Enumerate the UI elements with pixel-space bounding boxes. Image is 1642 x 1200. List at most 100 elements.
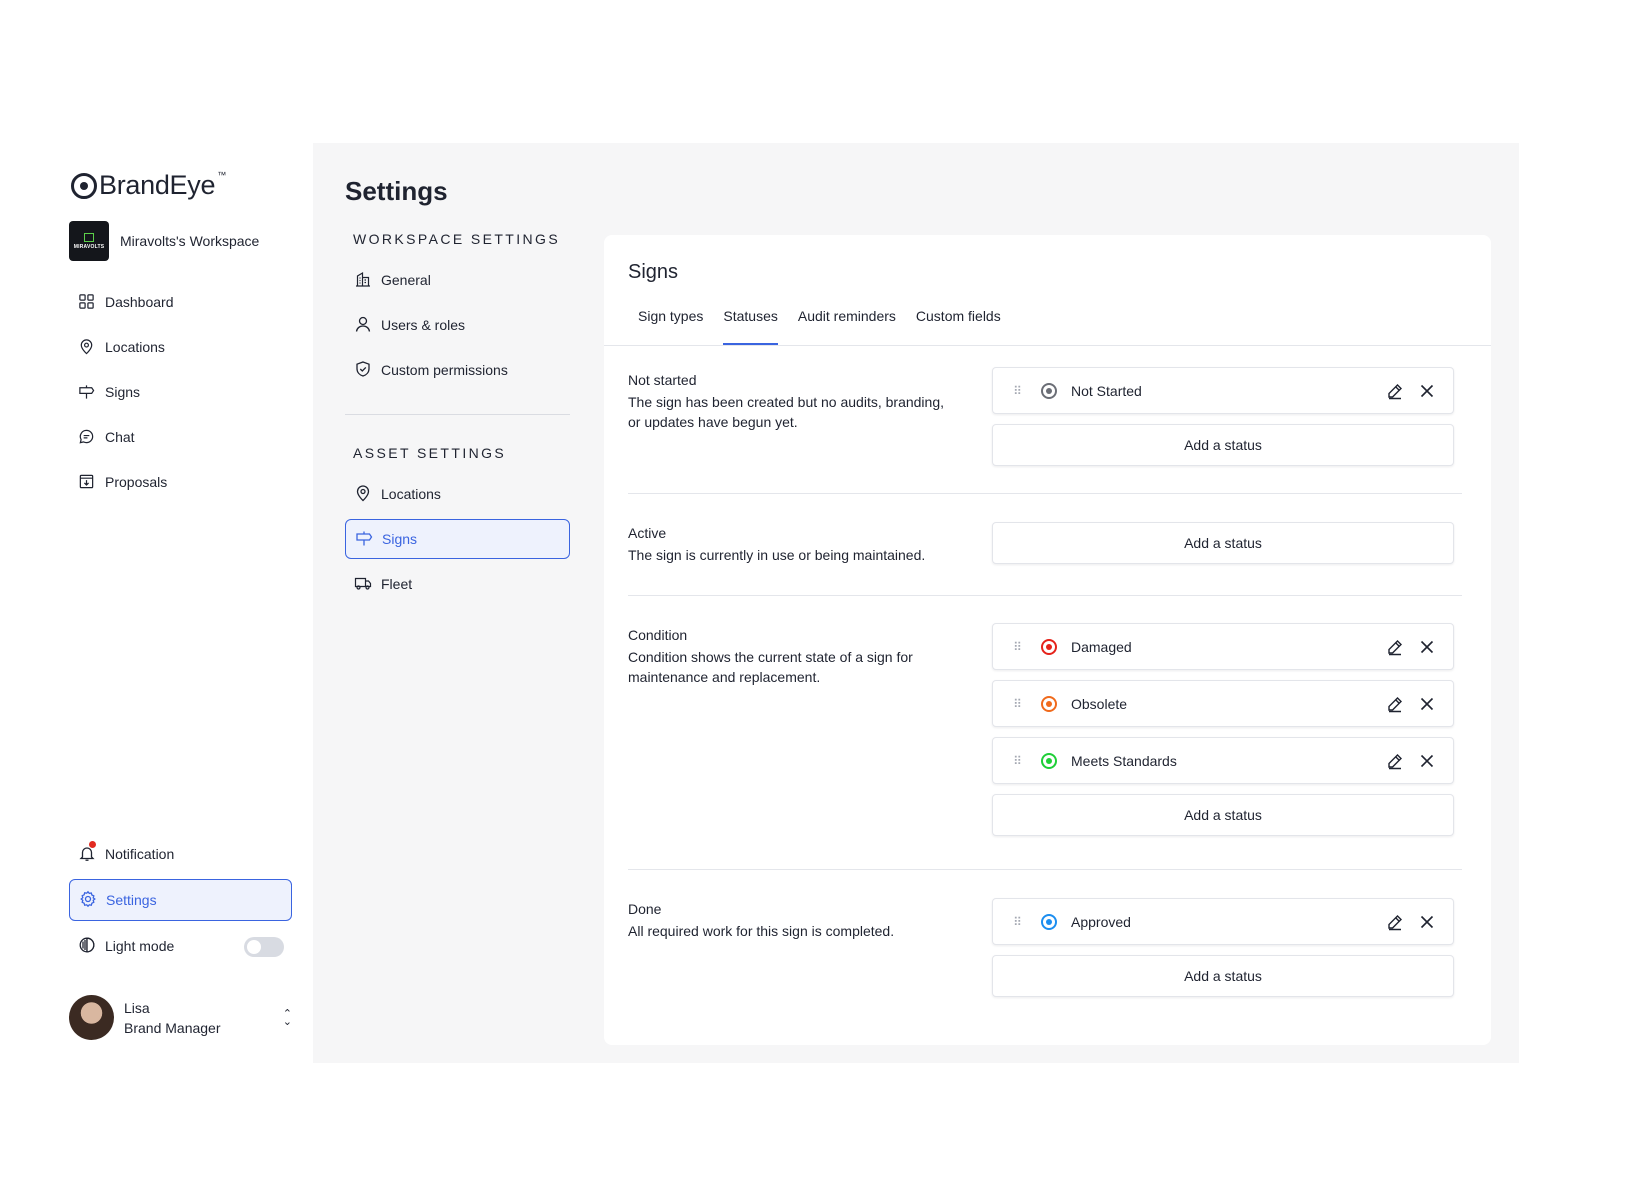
- status-color-dot: [1041, 913, 1057, 930]
- add-status-button[interactable]: Add a status: [992, 522, 1454, 564]
- signpost-icon: [355, 529, 373, 550]
- user-icon: [354, 315, 372, 336]
- status-label: Damaged: [1071, 638, 1132, 655]
- settings-item-general[interactable]: General: [345, 260, 570, 300]
- download-box-icon: [77, 473, 95, 491]
- main-nav: Dashboard Locations Signs Chat Proposals: [77, 279, 297, 504]
- status-item: ⠿ Approved: [992, 898, 1454, 945]
- drag-handle-icon[interactable]: ⠿: [993, 697, 1041, 711]
- shield-check-icon: [354, 360, 372, 381]
- status-list: ⠿ Damaged ⠿ Obsolete ⠿ Meets Standards A…: [992, 623, 1454, 836]
- nav-item-locations[interactable]: Locations: [77, 324, 297, 369]
- light-mode-label: Light mode: [105, 938, 175, 954]
- nav-item-dashboard[interactable]: Dashboard: [77, 279, 297, 324]
- settings-item-label: Fleet: [381, 576, 413, 592]
- user-role: Brand Manager: [124, 1019, 221, 1036]
- edit-icon[interactable]: [1379, 631, 1411, 663]
- user-name: Lisa: [124, 999, 150, 1016]
- status-label: Obsolete: [1071, 695, 1128, 712]
- group-description: The sign has been created but no audits,…: [628, 394, 944, 430]
- drag-handle-icon[interactable]: ⠿: [993, 384, 1041, 398]
- building-icon: [354, 270, 372, 291]
- close-icon[interactable]: [1411, 631, 1443, 663]
- status-item: ⠿ Meets Standards: [992, 737, 1454, 784]
- group-title: Condition: [628, 627, 688, 643]
- group-divider: [628, 869, 1462, 870]
- notification-badge: [88, 840, 97, 849]
- settings-item-custom-permissions[interactable]: Custom permissions: [345, 350, 570, 390]
- truck-icon: [354, 574, 372, 595]
- settings-item-fleet[interactable]: Fleet: [345, 564, 570, 604]
- settings-item-label: Locations: [381, 486, 441, 502]
- status-label: Not Started: [1071, 382, 1142, 399]
- app-window: BrandEye ™ MIRAVOLTS Miravolts's Workspa…: [53, 143, 1519, 1063]
- drag-handle-icon[interactable]: ⠿: [993, 915, 1041, 929]
- light-mode-toggle[interactable]: [244, 937, 284, 957]
- close-icon[interactable]: [1411, 375, 1443, 407]
- workspace-switcher[interactable]: MIRAVOLTS Miravolts's Workspace: [69, 221, 259, 261]
- brand-logo[interactable]: BrandEye ™: [71, 170, 226, 201]
- tab-custom-fields[interactable]: Custom fields: [916, 303, 1001, 345]
- settings-nav: WORKSPACE SETTINGS General Users & roles…: [345, 231, 570, 609]
- group-divider: [628, 493, 1462, 494]
- group-title: Done: [628, 901, 662, 917]
- brand-trademark: ™: [217, 169, 227, 180]
- group-divider: [628, 595, 1462, 596]
- workspace-logo-icon: [84, 232, 94, 242]
- close-icon[interactable]: [1411, 688, 1443, 720]
- nav-item-chat[interactable]: Chat: [77, 414, 297, 459]
- add-status-button[interactable]: Add a status: [992, 424, 1454, 466]
- edit-icon[interactable]: [1379, 745, 1411, 777]
- drag-handle-icon[interactable]: ⠿: [993, 640, 1041, 654]
- settings-item-signs[interactable]: Signs: [345, 519, 570, 559]
- nav-item-proposals[interactable]: Proposals: [77, 459, 297, 504]
- pin-icon: [77, 338, 95, 356]
- edit-icon[interactable]: [1379, 906, 1411, 938]
- settings-item-label: Users & roles: [381, 317, 466, 333]
- settings-nav-button[interactable]: Settings: [69, 879, 292, 921]
- tab-statuses[interactable]: Statuses: [723, 303, 779, 345]
- user-info: Lisa Brand Manager: [124, 998, 221, 1038]
- edit-icon[interactable]: [1379, 688, 1411, 720]
- light-mode-row: Light mode: [69, 925, 292, 967]
- contrast-icon: [78, 936, 96, 957]
- close-icon[interactable]: [1411, 745, 1443, 777]
- settings-item-locations[interactable]: Locations: [345, 474, 570, 514]
- nav-label: Signs: [105, 383, 141, 400]
- avatar: [69, 995, 114, 1040]
- settings-item-label: General: [381, 272, 431, 288]
- drag-handle-icon[interactable]: ⠿: [993, 754, 1041, 768]
- status-item: ⠿ Not Started: [992, 367, 1454, 414]
- add-status-button[interactable]: Add a status: [992, 955, 1454, 997]
- nav-label: Locations: [105, 338, 165, 355]
- chat-icon: [77, 428, 95, 446]
- card-title: Signs: [628, 261, 679, 283]
- edit-icon[interactable]: [1379, 375, 1411, 407]
- group-description: All required work for this sign is compl…: [628, 923, 895, 939]
- tab-sign-types[interactable]: Sign types: [638, 303, 703, 345]
- tab-audit-reminders[interactable]: Audit reminders: [798, 303, 896, 345]
- settings-item-users-roles[interactable]: Users & roles: [345, 305, 570, 345]
- grid-icon: [77, 293, 95, 311]
- add-status-button[interactable]: Add a status: [992, 794, 1454, 836]
- nav-label: Proposals: [105, 473, 168, 490]
- status-label: Approved: [1071, 913, 1131, 930]
- status-color-dot: [1041, 695, 1057, 712]
- status-item: ⠿ Damaged: [992, 623, 1454, 670]
- notification-button[interactable]: Notification: [69, 833, 292, 875]
- user-menu[interactable]: Lisa Brand Manager ⌃ ⌄: [69, 995, 292, 1040]
- brandeye-logo-icon: [71, 172, 97, 199]
- chevron-up-down-icon[interactable]: ⌃ ⌄: [283, 1008, 292, 1027]
- settings-area: Settings WORKSPACE SETTINGS General User…: [313, 143, 1519, 1063]
- tabs-divider: [604, 345, 1491, 346]
- status-list: Add a status: [992, 522, 1454, 564]
- settings-item-label: Signs: [382, 531, 418, 547]
- nav-item-signs[interactable]: Signs: [77, 369, 297, 414]
- status-list: ⠿ Not Started Add a status: [992, 367, 1454, 466]
- close-icon[interactable]: [1411, 906, 1443, 938]
- page-title: Settings: [345, 176, 448, 206]
- status-label: Meets Standards: [1071, 752, 1177, 769]
- workspace-logo: MIRAVOLTS: [69, 221, 109, 261]
- group-title: Not started: [628, 372, 697, 388]
- group-title: Active: [628, 525, 667, 541]
